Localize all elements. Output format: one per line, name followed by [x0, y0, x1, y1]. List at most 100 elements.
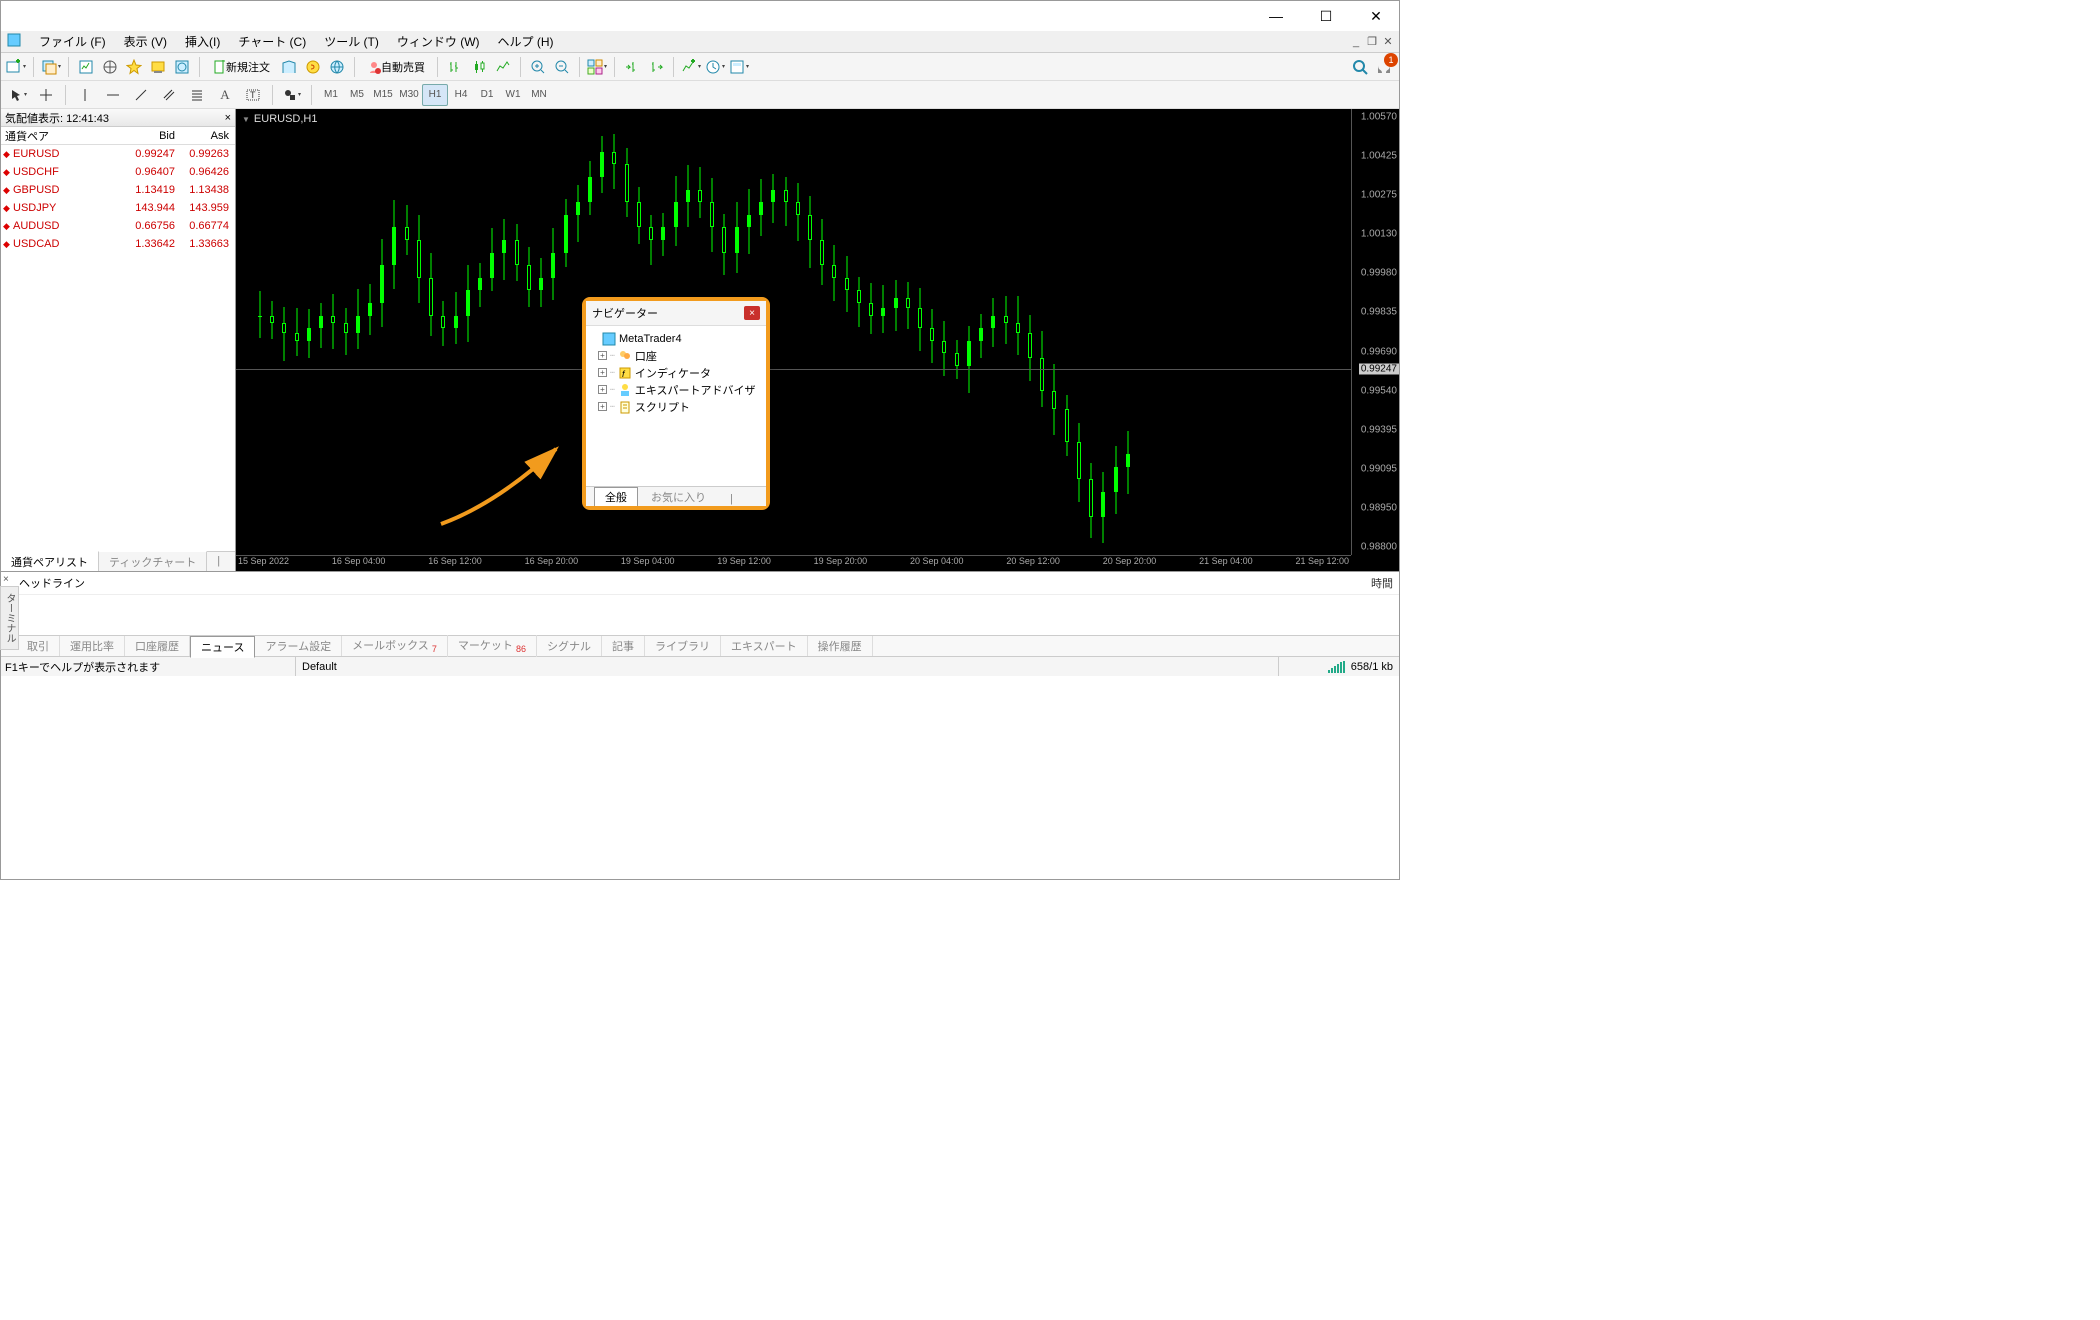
horizontal-line-button[interactable]: [100, 84, 126, 106]
menu-window[interactable]: ウィンドウ (W): [397, 33, 480, 50]
watch-col-ask[interactable]: Ask: [175, 130, 235, 142]
mdi-minimize-button[interactable]: _: [1349, 35, 1363, 49]
nav-tree-item[interactable]: +┄スクリプト: [590, 398, 762, 415]
auto-scroll-button[interactable]: [645, 56, 667, 78]
navigator-button[interactable]: [123, 56, 145, 78]
candlestick-button[interactable]: [468, 56, 490, 78]
window-minimize-button[interactable]: —: [1261, 4, 1291, 28]
market-watch-close-button[interactable]: ×: [225, 112, 231, 124]
fibonacci-button[interactable]: [184, 84, 210, 106]
notification-button[interactable]: 1: [1373, 56, 1395, 78]
terminal-tab[interactable]: アラーム設定: [255, 636, 342, 656]
menu-help[interactable]: ヘルプ (H): [498, 33, 554, 50]
watch-row[interactable]: ◆USDJPY143.944143.959: [1, 199, 235, 217]
crosshair-button[interactable]: [33, 84, 59, 106]
terminal-tab[interactable]: マーケット 86: [448, 635, 537, 656]
timeframe-w1[interactable]: W1: [500, 84, 526, 106]
line-chart-button[interactable]: [492, 56, 514, 78]
nav-tab-favorites[interactable]: お気に入り: [640, 487, 717, 506]
watch-tab-tick[interactable]: ティックチャート: [99, 551, 207, 572]
nav-tree-item[interactable]: +┄エキスパートアドバイザ: [590, 381, 762, 398]
search-button[interactable]: [1349, 56, 1371, 78]
chart-area[interactable]: EURUSD,H1 1.005701.004251.002751.001300.…: [236, 109, 1399, 571]
metaquotes-button[interactable]: [278, 56, 300, 78]
menu-chart[interactable]: チャート (C): [238, 33, 306, 50]
watch-row[interactable]: ◆AUDUSD0.667560.66774: [1, 217, 235, 235]
watch-row[interactable]: ◆USDCHF0.964070.96426: [1, 163, 235, 181]
terminal-tab[interactable]: 操作履歴: [808, 636, 873, 656]
timeframe-d1[interactable]: D1: [474, 84, 500, 106]
chart-canvas[interactable]: [236, 109, 1351, 555]
terminal-button[interactable]: [147, 56, 169, 78]
watch-row[interactable]: ◆USDCAD1.336421.33663: [1, 235, 235, 253]
terminal-tab[interactable]: ライブラリ: [645, 636, 721, 656]
text-button[interactable]: T: [240, 84, 266, 106]
nav-tree-item[interactable]: +┄口座: [590, 347, 762, 364]
new-chart-button[interactable]: ▾: [5, 56, 27, 78]
timeframe-m30[interactable]: M30: [396, 84, 422, 106]
timeframe-m15[interactable]: M15: [370, 84, 396, 106]
nav-tree-item[interactable]: +┄fインディケータ: [590, 364, 762, 381]
terminal-tab[interactable]: 記事: [602, 636, 645, 656]
terminal-tab[interactable]: メールボックス 7: [342, 635, 448, 656]
nav-tree-root[interactable]: +MetaTrader4: [590, 330, 762, 347]
timeframe-h4[interactable]: H4: [448, 84, 474, 106]
watch-tab-pairs[interactable]: 通貨ペアリスト: [1, 551, 99, 572]
timeframe-mn[interactable]: MN: [526, 84, 552, 106]
menubar: ファイル (F) 表示 (V) 挿入(I) チャート (C) ツール (T) ウ…: [1, 31, 1399, 53]
text-label-button[interactable]: A: [212, 84, 238, 106]
navigator-close-button[interactable]: ×: [744, 306, 760, 320]
zoom-out-button[interactable]: [551, 56, 573, 78]
zoom-in-button[interactable]: [527, 56, 549, 78]
nav-tab-general[interactable]: 全般: [594, 487, 638, 506]
expand-icon[interactable]: +: [598, 351, 607, 360]
market-watch-button[interactable]: [75, 56, 97, 78]
terminal-tab[interactable]: 運用比率: [60, 636, 125, 656]
timeframe-h1[interactable]: H1: [422, 84, 448, 106]
watch-col-bid[interactable]: Bid: [115, 130, 175, 142]
watch-col-pair[interactable]: 通貨ペア: [1, 128, 115, 144]
terminal-tab[interactable]: エキスパート: [721, 636, 808, 656]
vertical-line-button[interactable]: [72, 84, 98, 106]
chart-shift-button[interactable]: [621, 56, 643, 78]
window-close-button[interactable]: ✕: [1361, 4, 1391, 28]
arrange-windows-button[interactable]: ▾: [586, 56, 608, 78]
status-profile[interactable]: Default: [296, 657, 1279, 676]
terminal-tab[interactable]: ニュース: [190, 636, 255, 658]
indicators-button[interactable]: ▾: [680, 56, 702, 78]
menu-file[interactable]: ファイル (F): [39, 33, 106, 50]
terminal-tab[interactable]: シグナル: [537, 636, 602, 656]
menu-insert[interactable]: 挿入(I): [185, 33, 220, 50]
trendline-button[interactable]: [128, 84, 154, 106]
terminal-time-label[interactable]: 時間: [1371, 575, 1393, 591]
expand-icon[interactable]: +: [598, 385, 607, 394]
periodicity-button[interactable]: ▾: [704, 56, 726, 78]
bar-chart-button[interactable]: [444, 56, 466, 78]
timeframe-m1[interactable]: M1: [318, 84, 344, 106]
cursor-button[interactable]: ▾: [5, 84, 31, 106]
timeframe-m5[interactable]: M5: [344, 84, 370, 106]
mdi-restore-button[interactable]: ❐: [1365, 35, 1379, 49]
menu-view[interactable]: 表示 (V): [124, 33, 167, 50]
terminal-tab[interactable]: 口座履歴: [125, 636, 190, 656]
expand-icon[interactable]: +: [598, 368, 607, 377]
strategy-tester-button[interactable]: [171, 56, 193, 78]
new-order-button[interactable]: 新規注文: [206, 56, 276, 78]
menu-tool[interactable]: ツール (T): [324, 33, 379, 50]
watch-row[interactable]: ◆GBPUSD1.134191.13438: [1, 181, 235, 199]
equidistant-channel-button[interactable]: [156, 84, 182, 106]
window-maximize-button[interactable]: ☐: [1311, 4, 1341, 28]
globe-button[interactable]: [326, 56, 348, 78]
terminal-headline-label[interactable]: ヘッドライン: [13, 572, 1399, 595]
mdi-close-button[interactable]: ✕: [1381, 35, 1395, 49]
autotrading-button[interactable]: 自動売買: [361, 56, 431, 78]
objects-button[interactable]: ▾: [279, 84, 305, 106]
data-window-button[interactable]: [99, 56, 121, 78]
watch-row[interactable]: ◆EURUSD0.992470.99263: [1, 145, 235, 163]
expand-icon[interactable]: +: [598, 402, 607, 411]
profiles-button[interactable]: ▾: [40, 56, 62, 78]
terminal-close-button[interactable]: ×: [3, 574, 9, 585]
templates-button[interactable]: ▾: [728, 56, 750, 78]
terminal-tab[interactable]: 取引: [17, 636, 60, 656]
signals-button[interactable]: [302, 56, 324, 78]
